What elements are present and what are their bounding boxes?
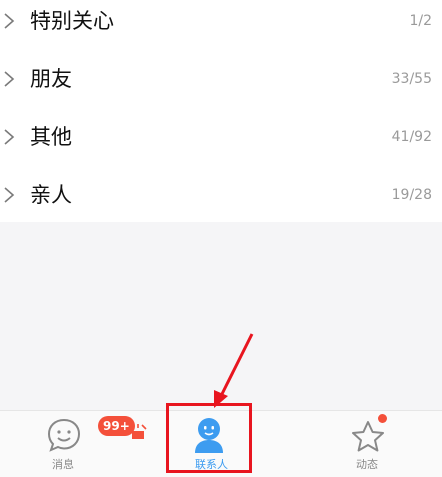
chevron-right-icon (4, 71, 15, 87)
chevron-right-icon (4, 187, 15, 203)
tab-feed[interactable]: 动态 (330, 411, 410, 477)
group-count: 41/92 (391, 129, 432, 145)
group-name: 朋友 (30, 67, 72, 91)
group-count: 1/2 (409, 13, 432, 29)
tab-label: 动态 (356, 458, 378, 471)
contact-group-list: 特别关心 1/2 朋友 33/55 其他 41/92 亲人 19/28 (0, 0, 442, 222)
annotation-arrow-icon (214, 333, 254, 408)
group-name: 亲人 (30, 183, 72, 207)
star-icon (352, 421, 384, 452)
group-count: 33/55 (391, 71, 432, 87)
group-row-friends[interactable]: 朋友 33/55 (0, 50, 442, 108)
chevron-right-icon (4, 129, 15, 145)
chat-face-icon (47, 418, 81, 452)
tab-label: 消息 (52, 458, 74, 471)
group-name: 其他 (30, 125, 72, 149)
chevron-right-icon (4, 13, 15, 29)
group-row-special[interactable]: 特别关心 1/2 (0, 0, 442, 50)
sparkle-icon (129, 424, 147, 439)
notification-dot (378, 414, 387, 423)
group-row-others[interactable]: 其他 41/92 (0, 108, 442, 166)
tab-messages[interactable]: 99+ 消息 (20, 411, 150, 477)
group-count: 19/28 (391, 187, 432, 203)
group-name: 特别关心 (30, 9, 114, 33)
group-row-family[interactable]: 亲人 19/28 (0, 166, 442, 224)
highlight-box (166, 403, 252, 473)
